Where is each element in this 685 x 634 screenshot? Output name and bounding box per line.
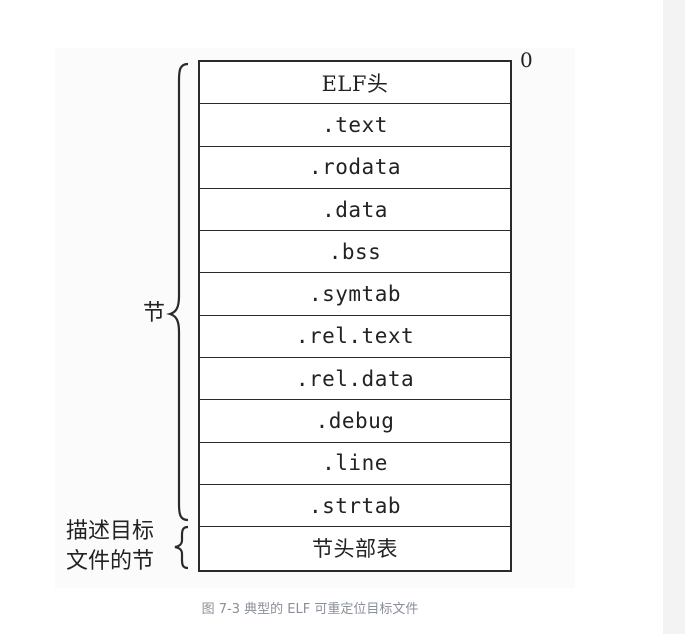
- section-row-text: .text: [200, 104, 510, 147]
- descriptor-label-line2: 文件的节: [66, 549, 155, 574]
- elf-header-row: ELF头: [200, 62, 510, 105]
- sections-brace-label: 节: [143, 301, 166, 326]
- section-header-table-row: 节头部表: [312, 537, 398, 562]
- section-row-rodata: .rodata: [200, 147, 510, 189]
- section-row-line: .line: [200, 443, 510, 485]
- figure-caption: 图 7-3 典型的 ELF 可重定位目标文件: [201, 602, 419, 617]
- section-row-data: .data: [200, 189, 510, 232]
- descriptor-brace: [174, 525, 189, 570]
- section-row-symtab: .symtab: [200, 273, 510, 316]
- section-row-strtab: .strtab: [200, 485, 510, 528]
- offset-zero-label: 0: [520, 48, 533, 72]
- section-row-rel-data: .rel.data: [200, 358, 510, 401]
- descriptor-label-line1: 描述目标: [66, 519, 155, 544]
- sections-brace: [166, 62, 189, 522]
- figure-page: 0 ELF头 .text .rodata .data .bss .symtab …: [0, 0, 685, 634]
- section-row-bss: .bss: [200, 231, 510, 274]
- section-row-debug: .debug: [200, 400, 510, 443]
- section-row-rel-text: .rel.text: [200, 316, 510, 359]
- elf-layout-table: ELF头 .text .rodata .data .bss .symtab .r…: [198, 60, 512, 572]
